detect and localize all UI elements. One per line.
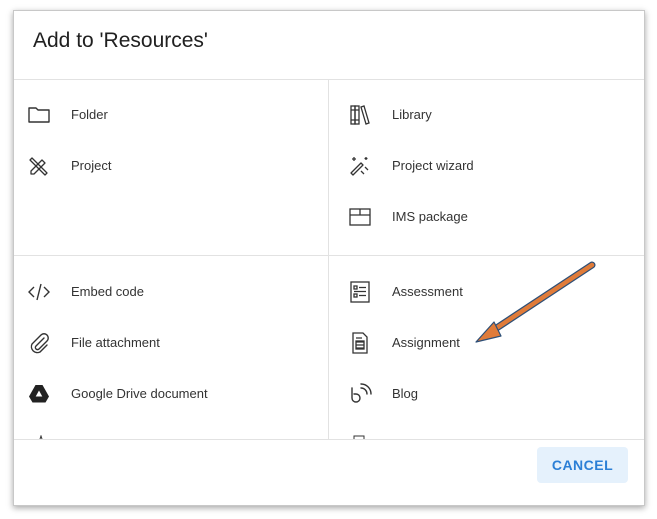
option-label: Library <box>392 107 432 122</box>
header-divider <box>14 79 644 80</box>
add-resource-dialog: Add to 'Resources' Folder Project Librar… <box>13 10 645 506</box>
option-assessment[interactable]: Assessment <box>348 274 638 310</box>
option-google-drive[interactable]: Google Drive document <box>27 376 317 412</box>
package-box-icon <box>349 208 371 226</box>
checklist-icon <box>350 281 370 303</box>
option-embed-code[interactable]: Embed code <box>27 274 317 310</box>
blog-icon <box>351 383 372 403</box>
library-icon <box>350 105 370 125</box>
project-pencil-icon <box>29 157 48 176</box>
option-label: Folder <box>71 107 108 122</box>
option-label: Blog <box>392 386 419 401</box>
dialog-title: Add to 'Resources' <box>33 29 208 52</box>
option-folder[interactable]: Folder <box>27 97 317 133</box>
option-assignment[interactable]: Assignment <box>348 325 638 361</box>
option-label: Google Drive document <box>71 386 208 401</box>
option-label: IMS package <box>392 209 468 224</box>
google-drive-icon <box>29 385 49 403</box>
option-label: Assessment <box>392 284 463 299</box>
paperclip-icon <box>30 333 49 354</box>
option-blog[interactable]: Blog <box>348 376 638 412</box>
code-icon <box>28 283 50 301</box>
option-project-wizard[interactable]: Project wizard <box>348 148 638 184</box>
column-divider <box>328 80 329 255</box>
option-label: Project <box>71 158 112 173</box>
option-label: Project wizard <box>392 158 474 173</box>
folder-icon <box>28 107 50 123</box>
option-library[interactable]: Library <box>348 97 638 133</box>
option-label: Assignment <box>392 335 460 350</box>
section-divider <box>14 255 644 256</box>
option-label: Embed code <box>71 284 144 299</box>
option-file-attachment[interactable]: File attachment <box>27 325 317 361</box>
column-divider <box>328 256 329 439</box>
option-project[interactable]: Project <box>27 148 317 184</box>
footer-divider <box>14 439 644 440</box>
option-ims-package[interactable]: IMS package <box>348 199 638 235</box>
assignment-icon <box>352 332 368 354</box>
magic-wand-icon <box>350 157 369 176</box>
cancel-button[interactable]: CANCEL <box>537 447 628 483</box>
option-label: File attachment <box>71 335 160 350</box>
